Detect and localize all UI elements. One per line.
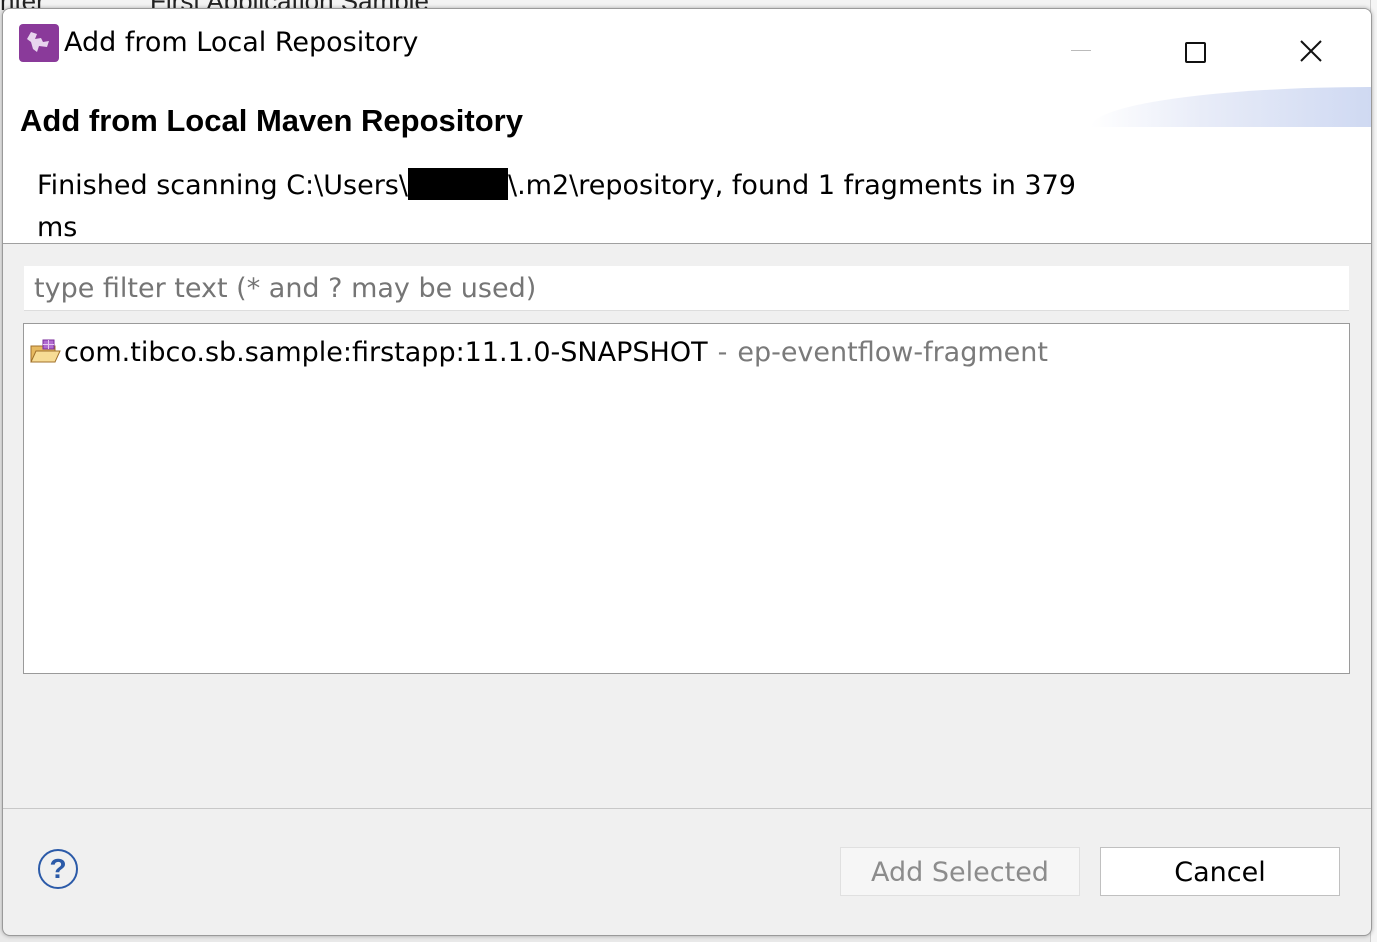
artifact-type: ep-eventflow-fragment	[737, 336, 1048, 368]
cancel-button[interactable]: Cancel	[1100, 847, 1340, 896]
filter-input[interactable]	[24, 266, 1349, 311]
artifact-separator: -	[717, 336, 728, 368]
add-selected-button[interactable]: Add Selected	[840, 847, 1080, 896]
message-prefix: Finished scanning C:\Users\	[37, 170, 408, 201]
dialog-header: Add from Local Maven Repository Finished…	[3, 81, 1371, 244]
redacted-username	[407, 168, 508, 200]
minimize-button[interactable]	[1049, 21, 1109, 61]
maximize-button[interactable]	[1165, 21, 1225, 63]
title-bar[interactable]: Add from Local Repository	[3, 9, 1371, 81]
help-button[interactable]: ?	[38, 849, 78, 889]
window-title: Add from Local Repository	[64, 27, 419, 58]
add-from-local-repository-dialog: Add from Local Repository Add from Local…	[2, 8, 1372, 936]
app-icon	[19, 24, 59, 62]
header-banner-graphic	[1091, 87, 1371, 127]
scan-status-message: Finished scanning C:\Users\ \.m2\reposito…	[37, 165, 1077, 249]
close-icon	[1300, 40, 1322, 62]
list-item[interactable]: com.tibco.sb.sample:firstapp:11.1.0-SNAP…	[30, 334, 1048, 370]
close-button[interactable]	[1281, 21, 1341, 62]
folder-package-icon	[30, 339, 61, 363]
artifact-name: com.tibco.sb.sample:firstapp:11.1.0-SNAP…	[64, 336, 708, 368]
dialog-heading: Add from Local Maven Repository	[20, 103, 523, 138]
footer-divider	[3, 808, 1371, 809]
fragment-list[interactable]: com.tibco.sb.sample:firstapp:11.1.0-SNAP…	[23, 323, 1350, 674]
